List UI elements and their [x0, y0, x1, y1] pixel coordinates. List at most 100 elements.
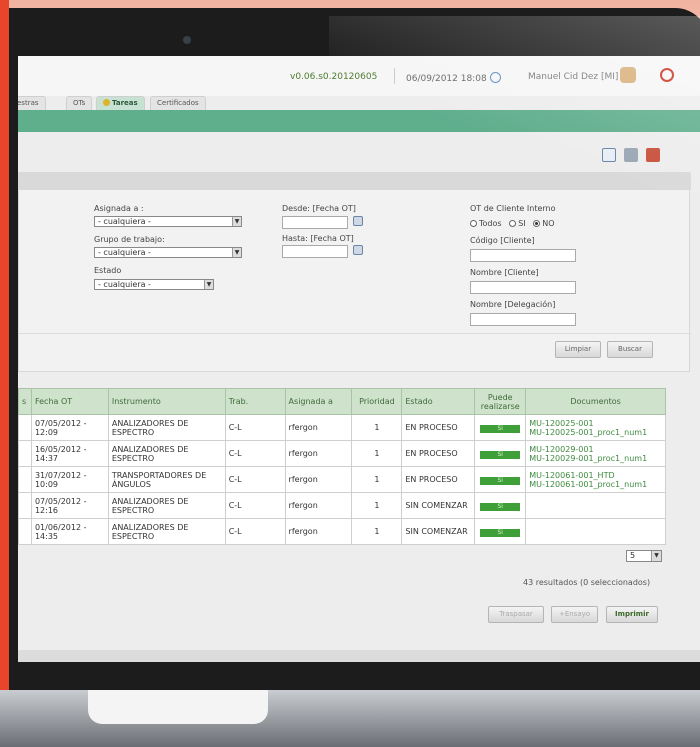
table-row[interactable]: 31/07/2012 - 10:09 TRANSPORTADORES DE ÁN… — [18, 466, 666, 493]
limpiar-button[interactable]: Limpiar — [555, 341, 601, 358]
document-link[interactable]: MU-120025-001 — [529, 419, 665, 428]
col-header[interactable]: s — [18, 388, 32, 415]
prioridad-cell: 1 — [351, 518, 403, 545]
document-link[interactable]: MU-120029-001_proc1_num1 — [529, 454, 665, 463]
document-link[interactable]: MU-120025-001_proc1_num1 — [529, 428, 665, 437]
asignada-cell: rfergon — [284, 492, 353, 519]
hasta-label: Hasta: [Fecha OT] — [282, 234, 354, 243]
documentos-cell: MU-120025-001 MU-120025-001_proc1_num1 — [525, 414, 666, 441]
select-value: - cualquiera - — [98, 248, 151, 257]
user-icon[interactable] — [620, 67, 636, 83]
codigo-label: Código [Cliente] — [470, 236, 535, 245]
puede-cell: Si — [474, 414, 527, 441]
laptop-lid-notch — [88, 690, 268, 724]
instrumento-cell: ANALIZADORES DE ESPECTRO — [107, 414, 226, 441]
col-header[interactable]: Fecha OT — [30, 388, 109, 415]
documentos-cell — [525, 492, 666, 519]
row-select-cell[interactable] — [18, 440, 32, 467]
ensayo-button[interactable]: +Ensayo — [551, 606, 598, 623]
tab-label: Tareas — [112, 99, 138, 107]
laptop-frame: v0.06.s0.20120605 06/09/2012 18:08 Manue… — [9, 8, 700, 698]
radio-si[interactable] — [509, 220, 517, 227]
calendar-icon[interactable] — [353, 216, 363, 226]
grupo-select[interactable]: - cualquiera - ▼ — [94, 247, 242, 258]
hasta-input[interactable] — [282, 245, 348, 258]
instrumento-cell: ANALIZADORES DE ESPECTRO — [107, 492, 226, 519]
trab-cell: C-L — [224, 518, 286, 545]
row-select-cell[interactable] — [18, 518, 32, 545]
tab-muestras[interactable]: estras — [18, 96, 46, 110]
trab-cell: C-L — [224, 440, 286, 467]
asignada-select[interactable]: - cualquiera - ▼ — [94, 216, 242, 227]
instrumento-cell: ANALIZADORES DE ESPECTRO — [107, 518, 226, 545]
grupo-label: Grupo de trabajo: — [94, 235, 165, 244]
tab-certificados[interactable]: Certificados — [150, 96, 206, 110]
tab-tareas[interactable]: Tareas — [96, 96, 145, 110]
desde-input[interactable] — [282, 216, 348, 229]
document-link[interactable]: MU-120061-001_proc1_num1 — [529, 480, 665, 489]
radio-todos[interactable] — [470, 220, 477, 227]
table-row[interactable]: 07/05/2012 - 12:16 ANALIZADORES DE ESPEC… — [18, 492, 666, 519]
fecha-cell: 07/05/2012 - 12:09 — [30, 414, 109, 441]
trab-cell: C-L — [224, 414, 286, 441]
col-header[interactable]: Asignada a — [284, 388, 353, 415]
row-select-cell[interactable] — [18, 466, 32, 493]
row-select-cell[interactable] — [18, 492, 32, 519]
documentos-cell: MU-120029-001 MU-120029-001_proc1_num1 — [525, 440, 666, 467]
app-screen: v0.06.s0.20120605 06/09/2012 18:08 Manue… — [18, 56, 700, 670]
nombre-input[interactable] — [470, 281, 576, 294]
prioridad-cell: 1 — [351, 492, 403, 519]
estado-cell: EN PROCESO — [401, 414, 476, 441]
buscar-button[interactable]: Buscar — [607, 341, 653, 358]
fecha-cell: 07/05/2012 - 12:16 — [30, 492, 109, 519]
fecha-cell: 01/06/2012 - 14:35 — [30, 518, 109, 545]
puede-cell: Si — [474, 440, 527, 467]
prioridad-cell: 1 — [351, 466, 403, 493]
search-doc-icon[interactable] — [602, 148, 616, 162]
traspasar-button[interactable]: Traspasar — [488, 606, 544, 623]
tab-label: estras — [18, 99, 39, 107]
col-header[interactable]: Trab. — [224, 388, 286, 415]
user-name[interactable]: Manuel Cid Dez [MI] — [528, 72, 618, 82]
col-header[interactable]: Documentos — [525, 388, 666, 415]
filter-panel: Asignada a : - cualquiera - ▼ Grupo de tr… — [18, 172, 691, 372]
estado-cell: EN PROCESO — [401, 466, 476, 493]
ot-cliente-radio-group: Todos SI NO — [470, 219, 555, 228]
col-header[interactable]: Prioridad — [351, 388, 403, 415]
estado-cell: SIN COMENZAR — [401, 492, 476, 519]
row-select-cell[interactable] — [18, 414, 32, 441]
tab-ots[interactable]: OTs — [66, 96, 93, 110]
filter-divider — [19, 333, 691, 334]
calendar-icon[interactable] — [353, 245, 363, 255]
asignada-label: Asignada a : — [94, 204, 144, 213]
table-row[interactable]: 07/05/2012 - 12:09 ANALIZADORES DE ESPEC… — [18, 414, 666, 441]
divider — [394, 68, 395, 84]
power-icon[interactable] — [660, 68, 674, 82]
document-link[interactable]: MU-120061-001_HTD — [529, 471, 665, 480]
codigo-input[interactable] — [470, 249, 576, 262]
home-icon[interactable] — [646, 148, 660, 162]
estado-select[interactable]: - cualquiera - ▼ — [94, 279, 214, 290]
page-size-select[interactable]: 5 ▼ — [626, 550, 662, 562]
clock-icon[interactable] — [489, 72, 501, 83]
table-row[interactable]: 16/05/2012 - 14:37 ANALIZADORES DE ESPEC… — [18, 440, 666, 467]
si-badge: Si — [480, 502, 521, 511]
col-header[interactable]: Puede realizarse — [474, 388, 527, 415]
documentos-cell: MU-120061-001_HTD MU-120061-001_proc1_num… — [525, 466, 666, 493]
col-header[interactable]: Estado — [401, 388, 476, 415]
table-row[interactable]: 01/06/2012 - 14:35 ANALIZADORES DE ESPEC… — [18, 518, 666, 545]
top-bar: v0.06.s0.20120605 06/09/2012 18:08 Manue… — [18, 56, 700, 96]
orange-background-edge — [0, 0, 9, 747]
select-value: 5 — [630, 551, 636, 560]
estado-cell: EN PROCESO — [401, 440, 476, 467]
dropdown-arrow-icon: ▼ — [651, 551, 661, 561]
imprimir-button[interactable]: Imprimir — [606, 606, 658, 623]
radio-no[interactable] — [533, 220, 541, 227]
si-badge: Si — [480, 450, 521, 459]
col-header[interactable]: Instrumento — [107, 388, 226, 415]
datetime-label: 06/09/2012 18:08 — [406, 72, 501, 84]
asignada-cell: rfergon — [284, 414, 353, 441]
document-link[interactable]: MU-120029-001 — [529, 445, 665, 454]
print-icon[interactable] — [624, 148, 638, 162]
delegacion-input[interactable] — [470, 313, 576, 326]
